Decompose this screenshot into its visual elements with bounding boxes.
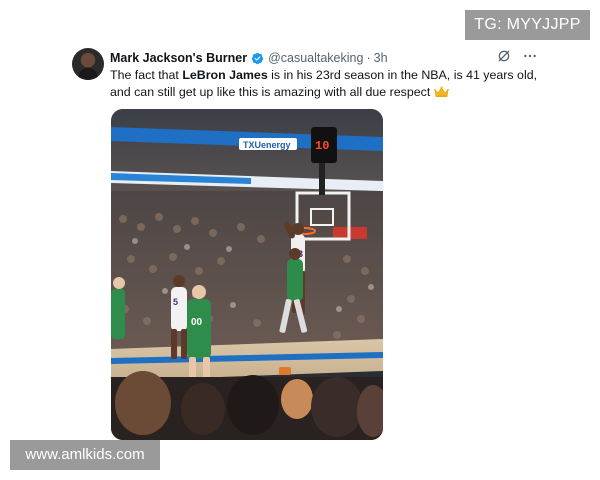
watermark-top: TG: MYYJJPP bbox=[465, 10, 590, 40]
tweet-header: Mark Jackson's Burner @casualtakeking · … bbox=[110, 49, 388, 67]
jersey-number-00: 00 bbox=[191, 317, 203, 328]
arena-signage-text: TXUenergy bbox=[243, 140, 291, 150]
more-icon[interactable] bbox=[522, 48, 538, 64]
basketball-dunk-photo: TXUenergy 10 5 00 bbox=[111, 109, 383, 440]
tweet-text: The fact that LeBron James is in his 23r… bbox=[110, 67, 540, 101]
tweet-card[interactable]: Mark Jackson's Burner @casualtakeking · … bbox=[72, 46, 542, 446]
jersey-number-5: 5 bbox=[173, 297, 178, 307]
tweet-photo[interactable]: TXUenergy 10 5 00 bbox=[111, 109, 383, 440]
tweet-text-part-1: The fact that bbox=[110, 68, 183, 82]
author-handle[interactable]: @casualtakeking bbox=[268, 51, 363, 65]
shot-clock-text: 10 bbox=[315, 139, 329, 153]
mention-lebron-james: LeBron James bbox=[182, 68, 268, 82]
timestamp[interactable]: 3h bbox=[374, 51, 388, 65]
separator-dot: · bbox=[366, 51, 371, 65]
author-display-name[interactable]: Mark Jackson's Burner bbox=[110, 51, 247, 65]
watermark-bottom: www.amlkids.com bbox=[10, 440, 160, 470]
tweet-actions bbox=[496, 48, 538, 64]
grok-icon[interactable] bbox=[496, 48, 512, 64]
avatar[interactable] bbox=[72, 48, 104, 80]
verified-badge-icon bbox=[251, 52, 264, 64]
crown-icon bbox=[433, 86, 449, 97]
